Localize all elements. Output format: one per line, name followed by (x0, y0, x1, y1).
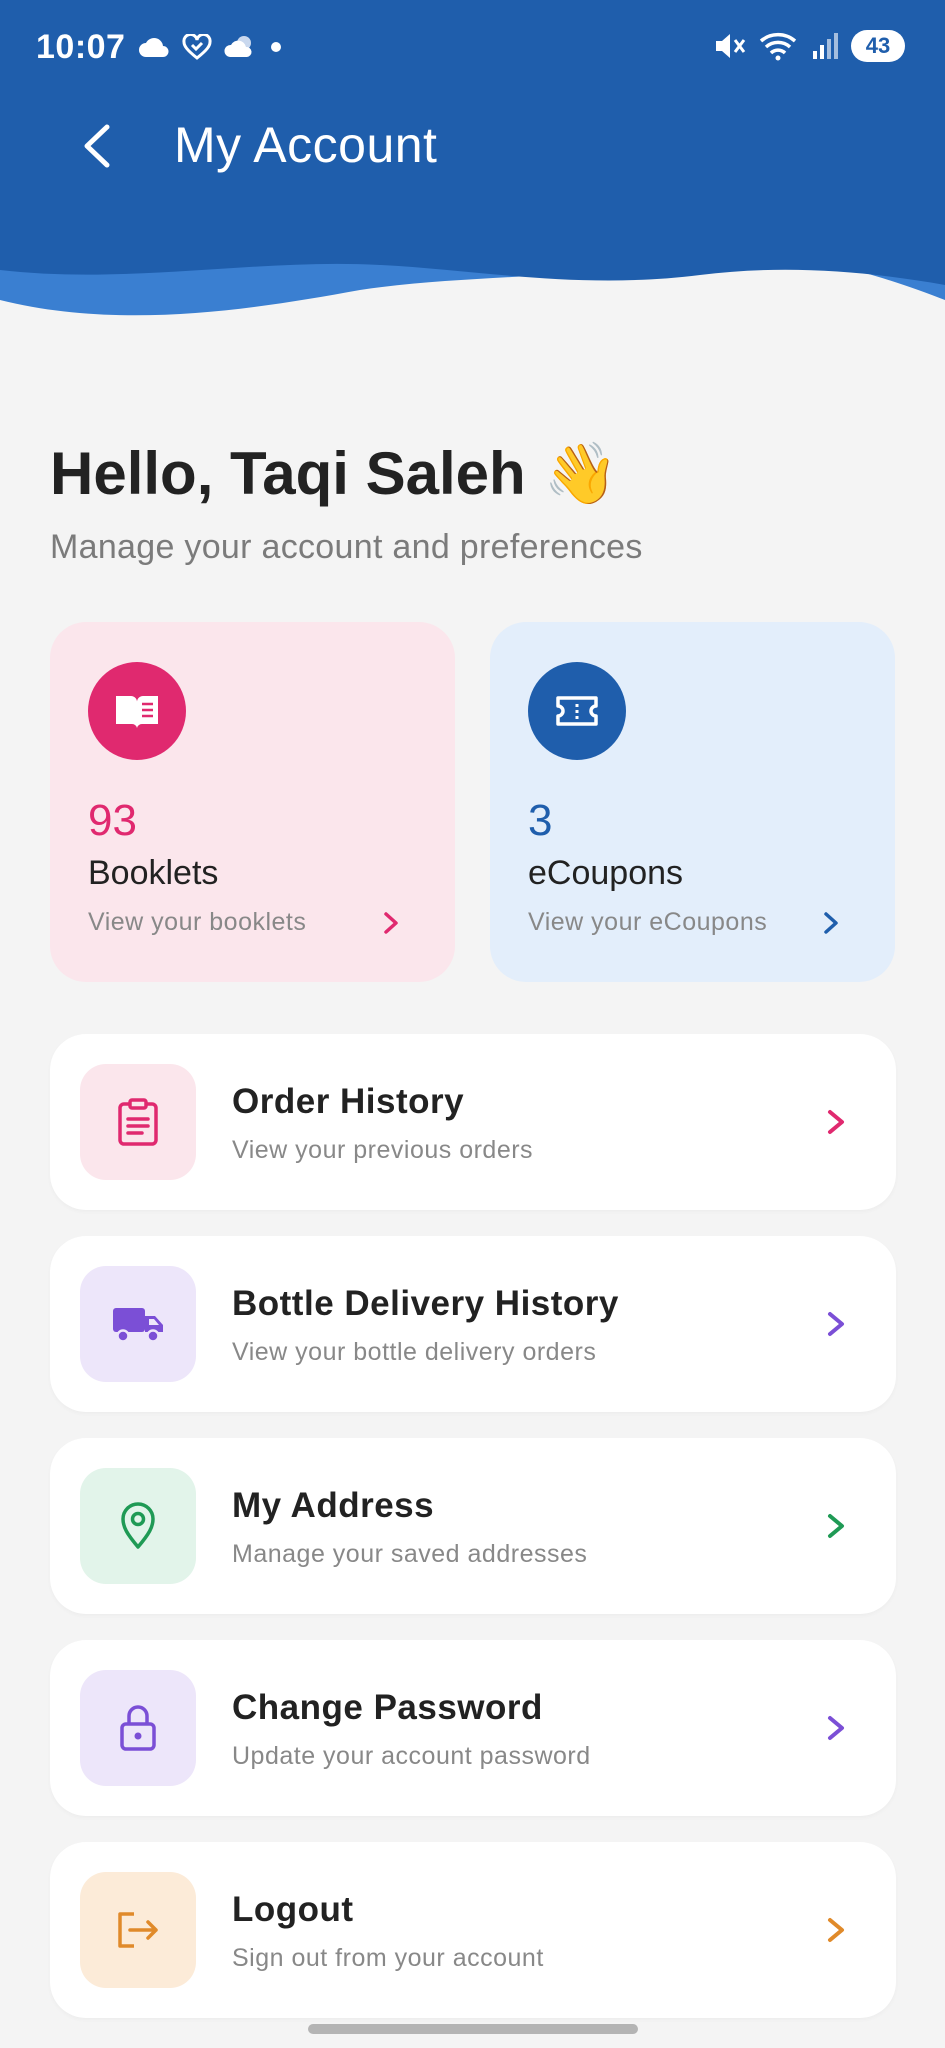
menu-item-title: Change Password (232, 1688, 543, 1727)
clipboard-icon (118, 1098, 158, 1146)
chevron-right-icon (828, 1514, 844, 1538)
status-bar: 10:07 43 (0, 0, 945, 100)
menu-item-subtitle: Sign out from your account (232, 1944, 544, 1972)
menu-item-subtitle: View your previous orders (232, 1136, 534, 1164)
signal-icon (813, 33, 838, 59)
menu-item-title: Bottle Delivery History (232, 1284, 619, 1323)
battery-indicator: 43 (851, 30, 905, 62)
menu-item-title: Order History (232, 1082, 465, 1121)
app-bar: My Account (0, 100, 945, 200)
weather-icon (224, 36, 252, 57)
menu-item-bottle-delivery-history[interactable]: Bottle Delivery History View your bottle… (50, 1236, 896, 1412)
chevron-right-icon (828, 1110, 844, 1134)
bottle-delivery-icon-tile (80, 1266, 196, 1382)
chevron-left-icon (84, 124, 110, 168)
greeting-heading: Hello, Taqi Saleh 👋 (50, 438, 618, 509)
greeting-subtitle: Manage your account and preferences (50, 528, 643, 566)
logout-icon (118, 1912, 158, 1948)
chevron-right-icon (828, 1716, 844, 1740)
booklets-count: 93 (88, 796, 137, 845)
view-booklets-link[interactable]: View your booklets (88, 908, 306, 937)
dot-icon (271, 42, 281, 52)
status-notification-icons (138, 34, 282, 60)
menu-item-my-address[interactable]: My Address Manage your saved addresses (50, 1438, 896, 1614)
chevron-right-icon (824, 912, 838, 934)
chevron-right-icon (384, 912, 398, 934)
change-password-icon-tile (80, 1670, 196, 1786)
view-ecoupons-link[interactable]: View your eCoupons (528, 908, 767, 937)
menu-item-subtitle: View your bottle delivery orders (232, 1338, 597, 1366)
page-title: My Account (174, 117, 438, 173)
lock-icon (120, 1705, 156, 1751)
chevron-right-icon (828, 1312, 844, 1336)
booklets-label: Booklets (88, 854, 219, 892)
cloud-icon (139, 38, 169, 57)
book-icon (116, 696, 158, 728)
ecoupons-card[interactable]: 3 eCoupons View your eCoupons (490, 622, 895, 982)
greeting-text: Hello, Taqi Saleh (50, 440, 526, 507)
ecoupons-icon-circle (528, 662, 626, 760)
booklets-card[interactable]: 93 Booklets View your booklets (50, 622, 455, 982)
mute-icon (716, 34, 746, 58)
menu-item-title: My Address (232, 1486, 435, 1525)
my-address-icon-tile (80, 1468, 196, 1584)
menu-item-change-password[interactable]: Change Password Update your account pass… (50, 1640, 896, 1816)
heart-link-icon (182, 34, 212, 60)
truck-icon (113, 1308, 163, 1343)
location-pin-icon (121, 1502, 155, 1549)
menu-item-title: Logout (232, 1890, 354, 1929)
header: 10:07 43 My Account (0, 0, 945, 330)
home-indicator[interactable] (308, 2024, 638, 2034)
logout-icon-tile (80, 1872, 196, 1988)
wifi-icon (759, 33, 797, 61)
ecoupons-count: 3 (528, 796, 553, 845)
chevron-right-icon (828, 1918, 844, 1942)
booklets-icon-circle (88, 662, 186, 760)
status-time: 10:07 (36, 28, 126, 66)
back-button[interactable] (70, 120, 122, 172)
menu-item-order-history[interactable]: Order History View your previous orders (50, 1034, 896, 1210)
ticket-icon (556, 696, 598, 726)
order-history-icon-tile (80, 1064, 196, 1180)
menu-item-subtitle: Update your account password (232, 1742, 591, 1770)
ecoupons-label: eCoupons (528, 854, 684, 892)
menu-item-logout[interactable]: Logout Sign out from your account (50, 1842, 896, 2018)
waving-hand-icon: 👋 (543, 440, 619, 507)
status-system-icons: 43 (713, 30, 905, 62)
menu-item-subtitle: Manage your saved addresses (232, 1540, 588, 1568)
